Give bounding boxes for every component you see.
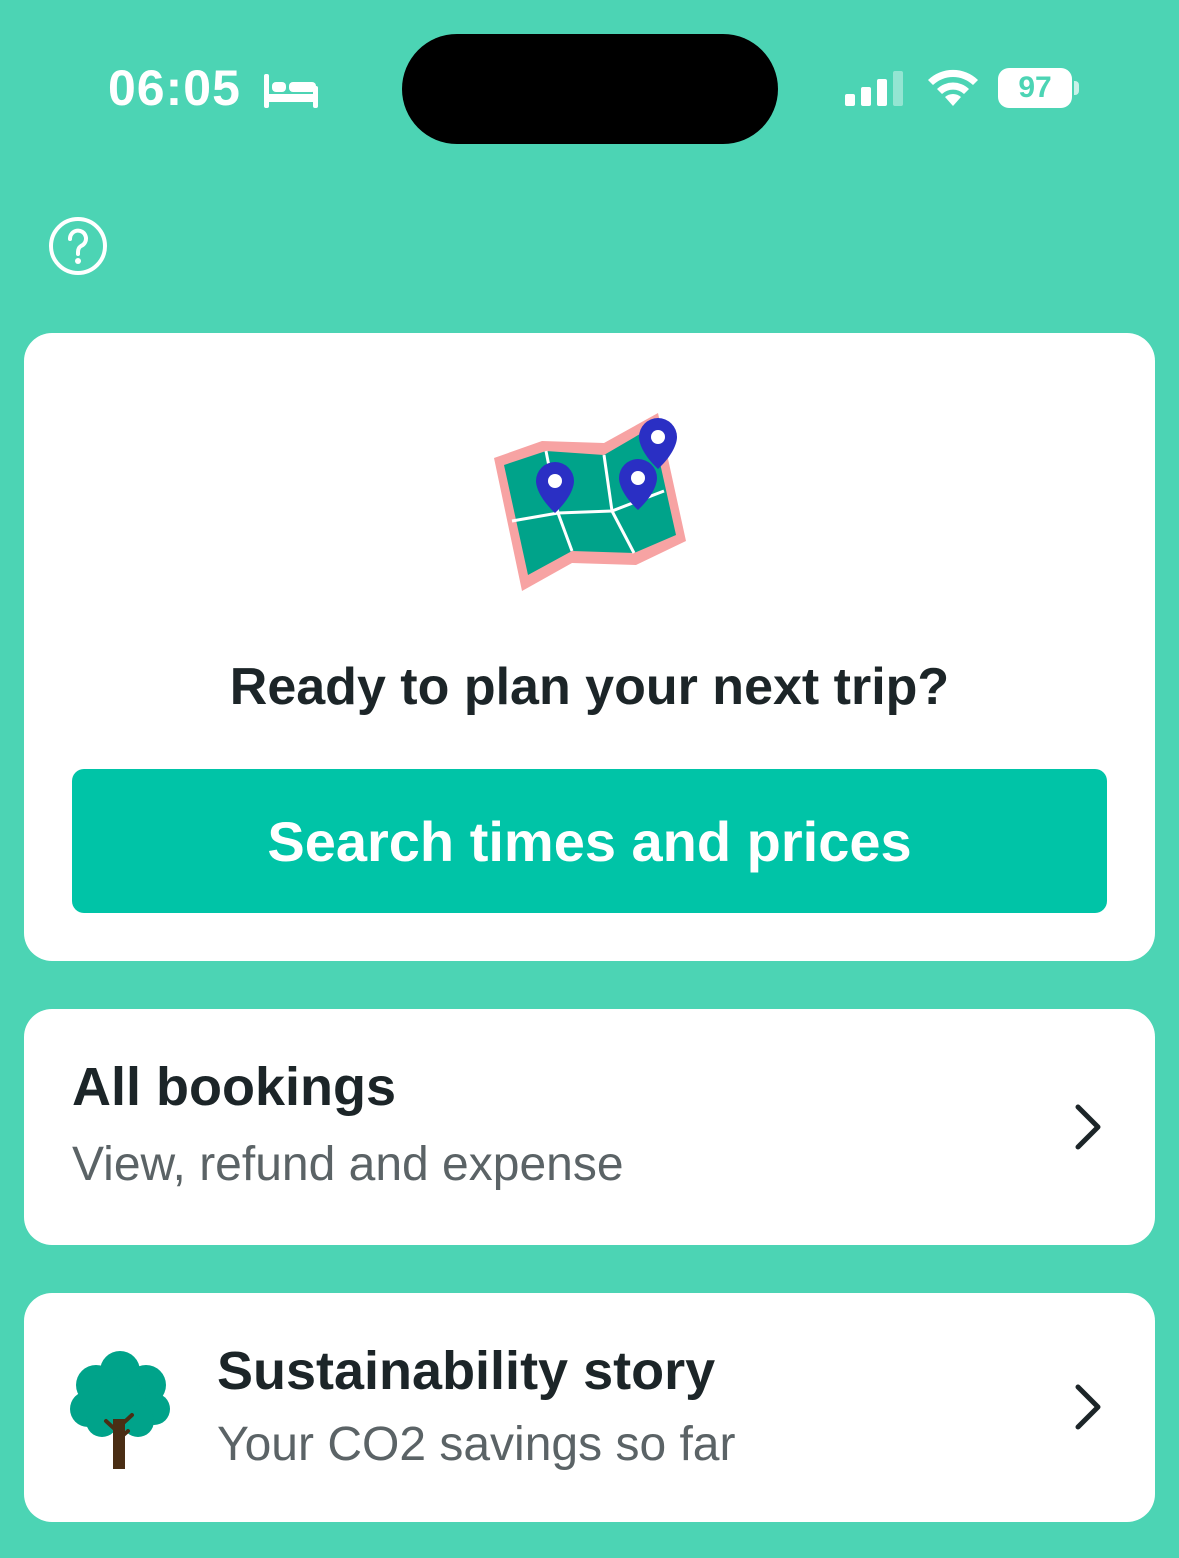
battery-level: 97 xyxy=(998,68,1072,108)
battery-icon: 97 xyxy=(998,68,1079,108)
help-circle-icon[interactable] xyxy=(48,216,108,276)
map-with-pins-icon xyxy=(494,413,686,591)
sustainability-title: Sustainability story xyxy=(217,1341,716,1401)
sustainability-story-card[interactable]: Sustainability story Your CO2 savings so… xyxy=(24,1293,1155,1522)
dynamic-island xyxy=(402,34,778,144)
chevron-right-icon xyxy=(1075,1384,1101,1430)
all-bookings-subtitle: View, refund and expense xyxy=(72,1138,624,1191)
wifi-icon xyxy=(928,69,978,106)
status-bar: 06:05 97 xyxy=(0,0,1179,180)
status-time: 06:05 xyxy=(108,60,241,116)
signal-icon xyxy=(845,71,903,106)
all-bookings-card[interactable]: All bookings View, refund and expense xyxy=(24,1009,1155,1245)
battery-tip xyxy=(1074,81,1079,95)
sustainability-subtitle: Your CO2 savings so far xyxy=(217,1418,736,1471)
search-times-prices-button[interactable]: Search times and prices xyxy=(72,769,1107,913)
all-bookings-title: All bookings xyxy=(72,1057,396,1117)
plan-trip-heading: Ready to plan your next trip? xyxy=(229,658,950,716)
bed-icon xyxy=(264,74,318,108)
tree-icon xyxy=(70,1351,170,1469)
plan-trip-card: Ready to plan your next trip? Search tim… xyxy=(24,333,1155,961)
chevron-right-icon xyxy=(1075,1104,1101,1150)
